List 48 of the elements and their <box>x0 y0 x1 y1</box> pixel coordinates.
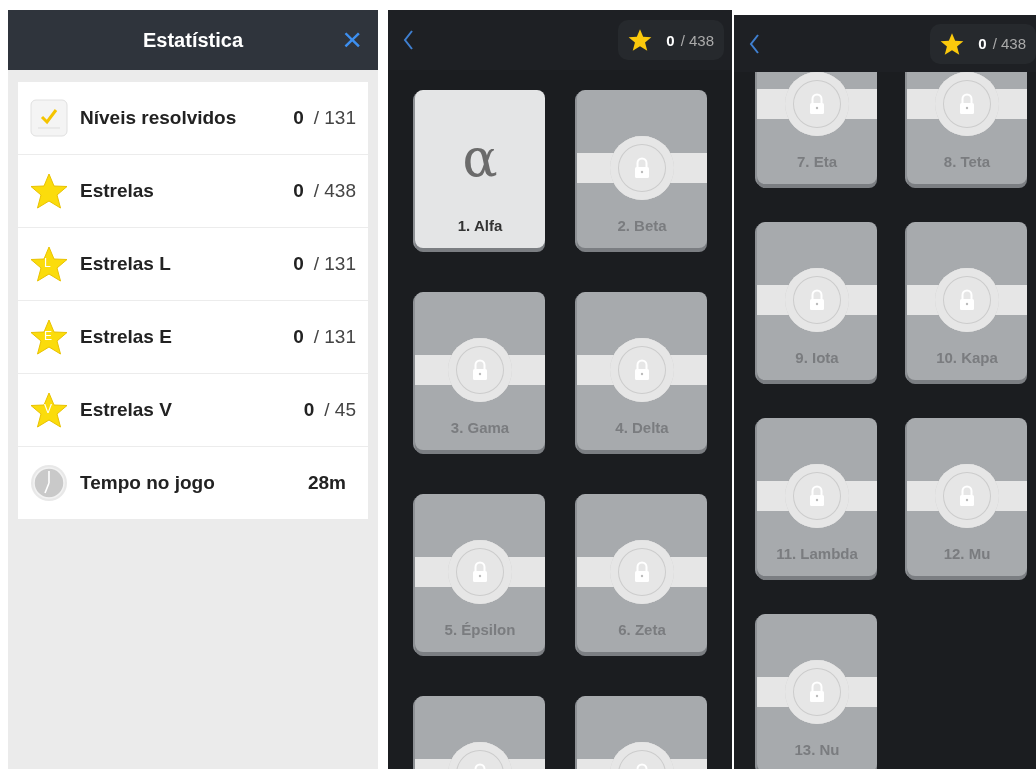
star-icon <box>30 391 68 429</box>
star-letter: V <box>44 401 52 417</box>
star-letter: L <box>44 255 51 271</box>
stat-label: Tempo no jogo <box>80 472 216 494</box>
stat-total: / 45 <box>324 399 356 421</box>
stat-total: / 131 <box>313 107 356 129</box>
lock-icon <box>959 289 975 311</box>
close-button[interactable]: × <box>340 22 364 56</box>
stat-value: 0 <box>293 253 304 275</box>
lock-icon <box>959 93 975 115</box>
stat-value: 0 <box>303 399 315 421</box>
stat-label: Níveis resolvidos <box>80 107 238 129</box>
stat-label: Estrelas V <box>80 399 173 421</box>
lock-icon <box>472 561 488 583</box>
stat-label: Estrelas E <box>80 326 173 348</box>
lock-icon <box>634 359 650 381</box>
lock-icon <box>959 485 975 507</box>
star-total: / 438 <box>680 31 714 49</box>
star-letter: E <box>44 328 52 344</box>
stat-total: / 131 <box>313 253 356 275</box>
lock-icon <box>809 289 825 311</box>
star-icon <box>30 245 68 283</box>
lock-icon <box>809 93 825 115</box>
stat-label: Estrelas <box>80 180 155 202</box>
star-icon <box>30 318 68 356</box>
stat-value: 28m <box>307 472 346 494</box>
lock-icon <box>634 561 650 583</box>
stat-label: Estrelas L <box>80 253 172 275</box>
star-icon <box>30 172 68 210</box>
stat-total: / 438 <box>313 180 356 202</box>
screen-title: Estatística <box>142 28 244 52</box>
clock-icon <box>30 464 68 502</box>
stat-value: 0 <box>293 326 304 348</box>
lock-icon <box>809 485 825 507</box>
lock-icon <box>634 157 650 179</box>
star-count: 0 <box>978 35 987 52</box>
back-icon <box>748 32 760 55</box>
star-icon <box>940 31 965 56</box>
star-icon <box>628 28 653 52</box>
checkbox-icon <box>30 99 68 137</box>
star-count: 0 <box>666 31 675 49</box>
stat-value: 0 <box>293 180 304 202</box>
stat-value: 0 <box>293 107 304 129</box>
star-total: / 438 <box>992 35 1026 52</box>
lock-icon <box>472 359 488 381</box>
lock-icon <box>809 681 825 703</box>
back-icon <box>402 29 414 51</box>
stat-total: / 131 <box>313 326 356 348</box>
